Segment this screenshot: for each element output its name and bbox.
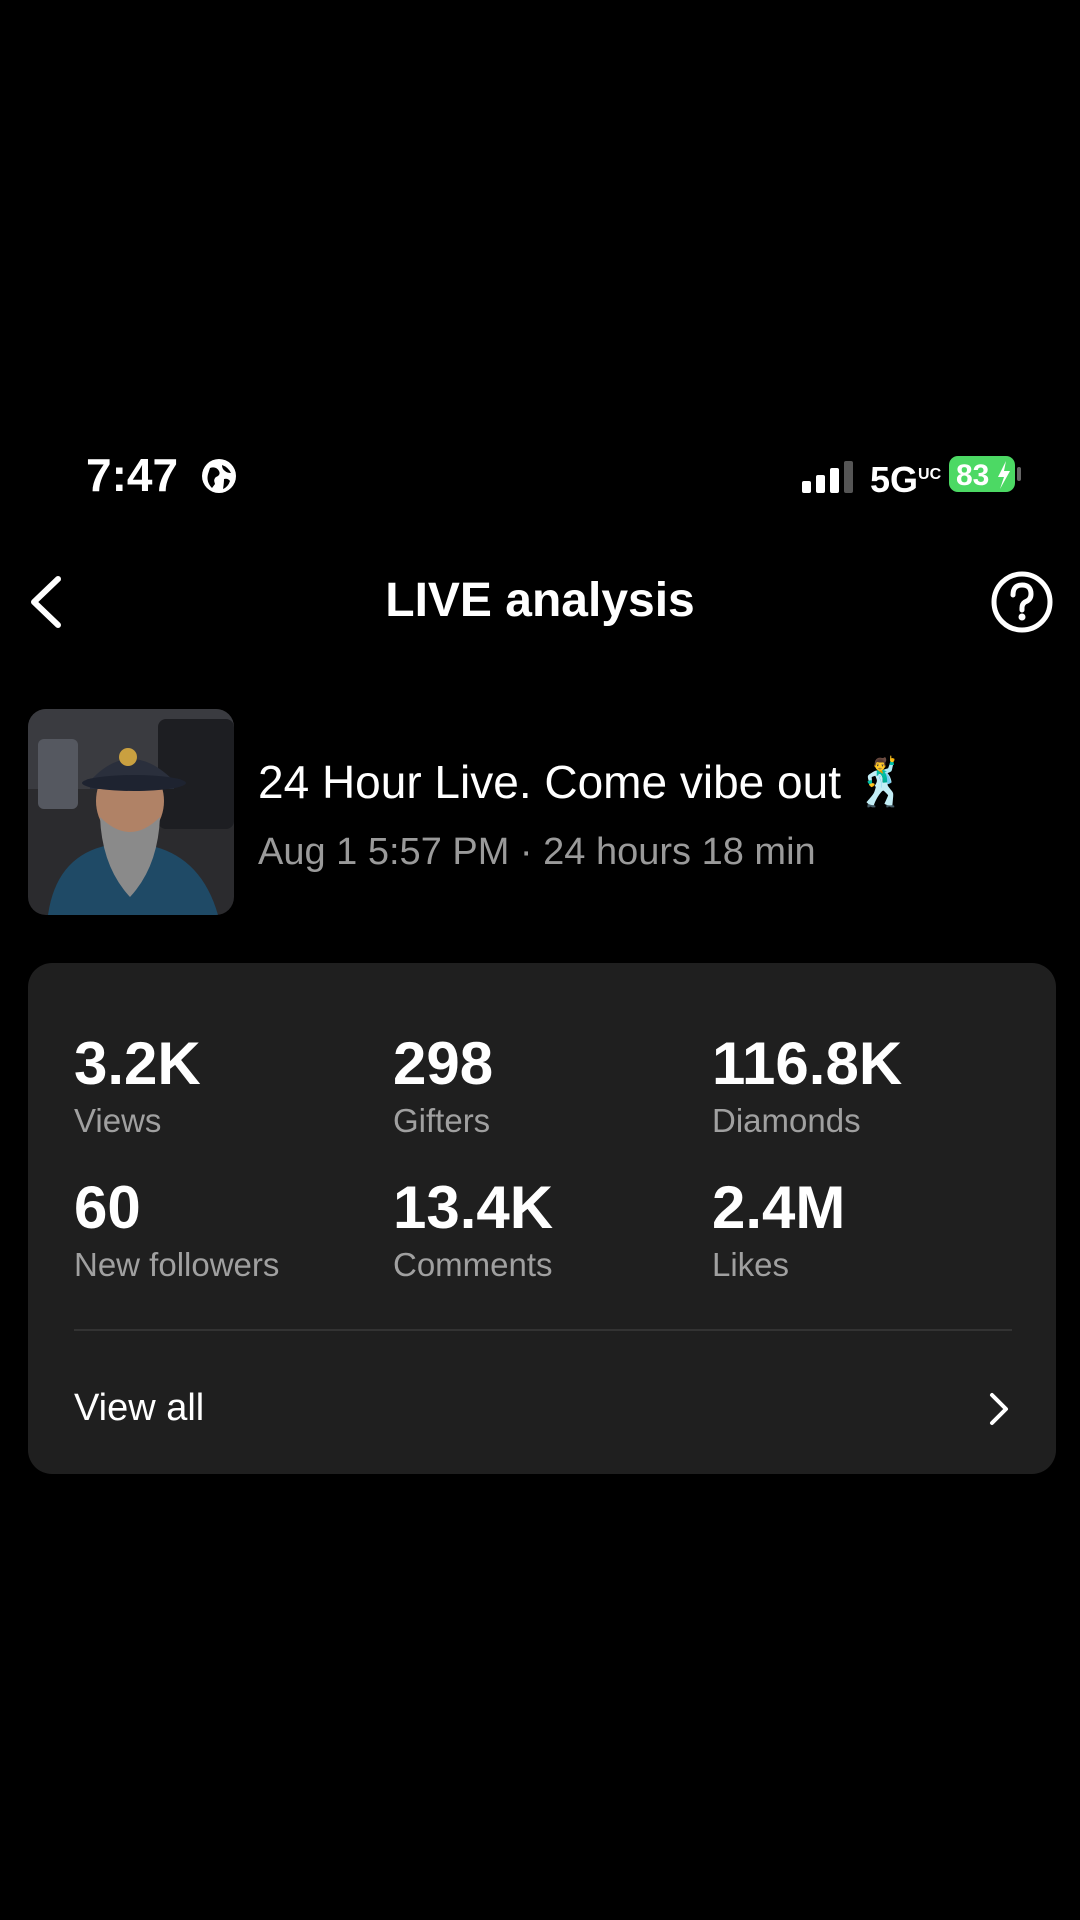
page-title: LIVE analysis	[385, 574, 695, 627]
view-all-row[interactable]: View all	[74, 1373, 1022, 1453]
stat-label: New followers	[74, 1246, 280, 1283]
stat-gifters: 298 Gifters	[393, 1029, 493, 1143]
divider	[74, 1329, 1012, 1331]
live-title: 24 Hour Live. Come vibe out 🕺	[258, 756, 912, 808]
host-avatar-image	[28, 709, 234, 915]
chevron-right-icon	[990, 1393, 1008, 1425]
stat-value: 13.4K	[393, 1174, 554, 1241]
help-icon[interactable]	[990, 570, 1054, 634]
live-thumbnail[interactable]	[28, 709, 234, 915]
status-bar: 7:47 5GUC 83	[0, 445, 1080, 505]
stat-views: 3.2K Views	[74, 1029, 201, 1143]
stat-value: 60	[74, 1174, 141, 1241]
stat-label: Diamonds	[712, 1102, 861, 1139]
battery-level: 83	[956, 459, 989, 492]
stat-likes: 2.4M Likes	[712, 1173, 845, 1287]
stat-value: 3.2K	[74, 1030, 201, 1097]
globe-icon	[202, 459, 236, 493]
status-time: 7:47	[86, 449, 179, 501]
stat-value: 2.4M	[712, 1174, 846, 1241]
stat-diamonds: 116.8K Diamonds	[712, 1029, 902, 1143]
stat-new-followers: 60 New followers	[74, 1173, 279, 1287]
battery-icon: 83	[949, 456, 1021, 492]
stats-card: 3.2K Views 298 Gifters 116.8K Diamonds 6…	[28, 963, 1056, 1474]
network-type: 5GUC	[870, 459, 942, 500]
live-meta: Aug 1 5:57 PM · 24 hours 18 min	[258, 831, 816, 873]
view-all-label: View all	[74, 1387, 205, 1429]
signal-icon	[802, 461, 853, 493]
stat-label: Views	[74, 1102, 162, 1139]
stat-label: Likes	[712, 1246, 790, 1283]
stat-value: 298	[393, 1030, 494, 1097]
stat-label: Comments	[393, 1246, 553, 1283]
stat-label: Gifters	[393, 1102, 491, 1139]
stat-value: 116.8K	[712, 1030, 903, 1097]
stat-comments: 13.4K Comments	[393, 1173, 553, 1287]
